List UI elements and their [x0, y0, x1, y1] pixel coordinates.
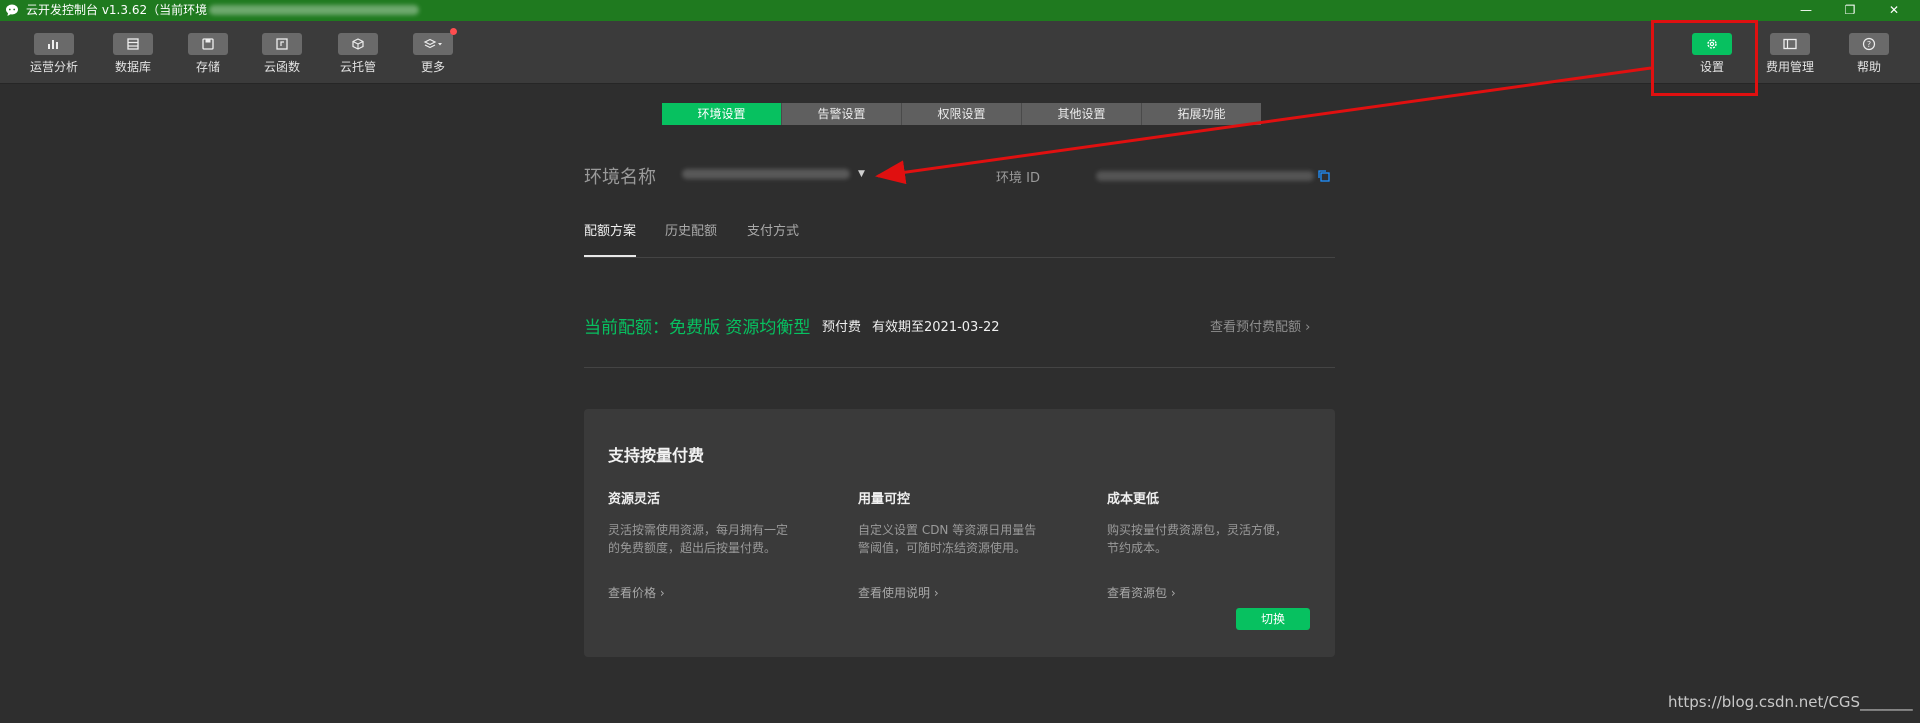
- annotation-arrow: [875, 66, 1652, 185]
- watermark: https://blog.csdn.net/CGS_______: [1668, 693, 1913, 711]
